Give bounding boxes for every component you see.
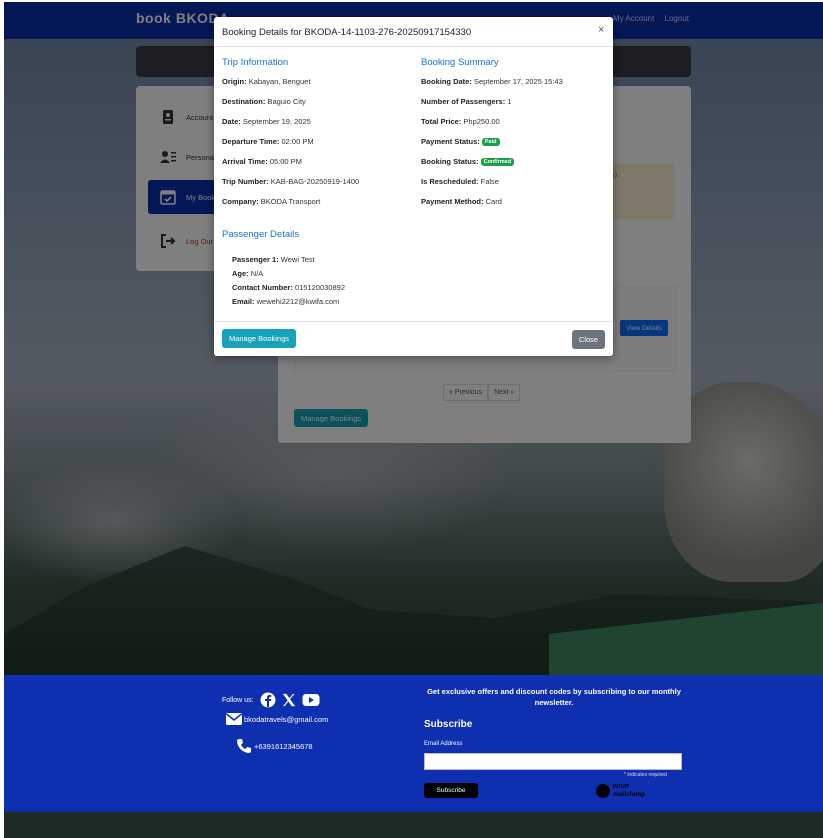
mailchimp-icon — [596, 784, 610, 798]
trip-number: Trip Number: KAB-BAG-20250919-1400 — [222, 177, 359, 186]
trip-information-heading: Trip Information — [222, 57, 289, 68]
field-value: KAB-BAG-20250919-1400 — [270, 177, 360, 186]
email-address-label: Email Address * — [424, 741, 466, 747]
follow-us: Follow us: — [222, 692, 320, 708]
field-label: Email: — [232, 297, 255, 306]
is-rescheduled: Is Rescheduled: False — [421, 177, 499, 186]
field-value: September 17, 2025 15:43 — [473, 77, 563, 86]
field-label: Booking Status: — [421, 157, 479, 166]
payment-status: Payment Status: Paid — [421, 137, 500, 147]
number-of-passengers: Number of Passengers: 1 — [421, 97, 511, 106]
field-label: Passenger 1: — [232, 255, 279, 264]
required-mark: * — [464, 741, 467, 747]
payment-status-badge: Paid — [481, 138, 500, 147]
passenger-age: Age: N/A — [232, 269, 263, 278]
follow-label: Follow us: — [222, 696, 254, 704]
field-label: Booking Date: — [421, 77, 472, 86]
field-label: Payment Method: — [421, 197, 484, 206]
booking-status: Booking Status: Confirmed — [421, 157, 515, 167]
manage-bookings-button[interactable]: Manage Bookings — [222, 329, 296, 348]
newsletter-offer: Get exclusive offers and discount codes … — [427, 687, 681, 707]
trip-origin: Origin: Kabayan, Benguet — [222, 77, 310, 86]
subscribe-button[interactable]: Subscribe — [424, 783, 478, 798]
close-icon[interactable]: × — [598, 24, 604, 36]
trip-date: Date: September 19, 2025 — [222, 117, 311, 126]
trip-company: Company: BKODA Transport — [222, 197, 320, 206]
field-label: Age: — [232, 269, 249, 278]
field-value: Baguio City — [267, 97, 306, 106]
payment-method: Payment Method: Card — [421, 197, 502, 206]
footer-email-text: bkodatravels@gmail.com — [244, 714, 329, 724]
field-value: N/A — [250, 269, 264, 278]
field-label: Arrival Time: — [222, 157, 268, 166]
field-label: Company: — [222, 197, 259, 206]
trip-departure-time: Departure Time: 02:00 PM — [222, 137, 314, 146]
field-label: Date: — [222, 117, 241, 126]
footer-phone-text: +6391612345678 — [254, 741, 313, 751]
youtube-icon[interactable] — [302, 693, 320, 707]
facebook-icon[interactable] — [260, 692, 276, 708]
field-value: Php250.00 — [463, 117, 500, 126]
mailchimp-logo[interactable]: INTUIT mailchimp — [596, 784, 645, 798]
passenger-email: Email: wewehi2212@kwifa.com — [232, 297, 339, 306]
field-label: Payment Status: — [421, 137, 480, 146]
field-label: Origin: — [222, 77, 247, 86]
field-value: 1 — [507, 97, 512, 106]
field-label: Departure Time: — [222, 137, 280, 146]
mailchimp-wordmark: INTUIT mailchimp — [613, 784, 645, 798]
footer-phone[interactable]: +6391612345678 — [236, 738, 313, 754]
trip-arrival-time: Arrival Time: 05:00 PM — [222, 157, 302, 166]
footer-email[interactable]: bkodatravels@gmail.com — [226, 713, 328, 725]
field-value: 015120030892 — [294, 283, 345, 292]
mailchimp-bottom-text: mailchimp — [613, 791, 646, 798]
field-label: Trip Number: — [222, 177, 269, 186]
field-value: BKODA Transport — [260, 197, 321, 206]
booking-status-badge: Confirmed — [480, 158, 515, 167]
field-value: 05:00 PM — [269, 157, 302, 166]
bottom-strip — [4, 812, 823, 838]
field-label: Number of Passengers: — [421, 97, 506, 106]
mailchimp-top-text: INTUIT — [613, 784, 630, 790]
modal-header: Booking Details for BKODA-14-1103-276-20… — [214, 17, 613, 47]
booking-summary-heading: Booking Summary — [421, 57, 499, 68]
field-value: 02:00 PM — [281, 137, 314, 146]
modal-title: Booking Details for BKODA-14-1103-276-20… — [222, 27, 472, 38]
passenger-details-heading: Passenger Details — [222, 229, 300, 240]
field-label: Total Price: — [421, 117, 462, 126]
field-value: wewehi2212@kwifa.com — [256, 297, 340, 306]
close-button[interactable]: Close — [572, 330, 605, 349]
total-price: Total Price: Php250.00 — [421, 117, 500, 126]
newsletter-email-input[interactable] — [424, 753, 682, 770]
field-value: False — [480, 177, 499, 186]
field-value: Wewi Test — [280, 255, 315, 264]
passenger-contact: Contact Number: 015120030892 — [232, 283, 345, 292]
envelope-icon — [226, 713, 242, 725]
field-value: Kabayan, Benguet — [248, 77, 311, 86]
booking-details-modal: Booking Details for BKODA-14-1103-276-20… — [214, 17, 613, 356]
field-label: Is Rescheduled: — [421, 177, 479, 186]
phone-icon — [237, 739, 251, 753]
field-label: Contact Number: — [232, 283, 293, 292]
x-twitter-icon[interactable] — [282, 693, 296, 707]
subscribe-heading: Subscribe — [424, 719, 473, 730]
required-note: * indicates required — [624, 772, 667, 778]
field-label: Destination: — [222, 97, 266, 106]
field-value: September 19, 2025 — [242, 117, 311, 126]
trip-destination: Destination: Baguio City — [222, 97, 306, 106]
passenger-name: Passenger 1: Wewi Test — [232, 255, 315, 264]
field-value: Card — [485, 197, 502, 206]
booking-date: Booking Date: September 17, 2025 15:43 — [421, 77, 563, 86]
site-footer: Follow us: bkodatravels@gmail.com +63916… — [4, 675, 823, 812]
email-label-text: Email Address — [424, 741, 463, 747]
